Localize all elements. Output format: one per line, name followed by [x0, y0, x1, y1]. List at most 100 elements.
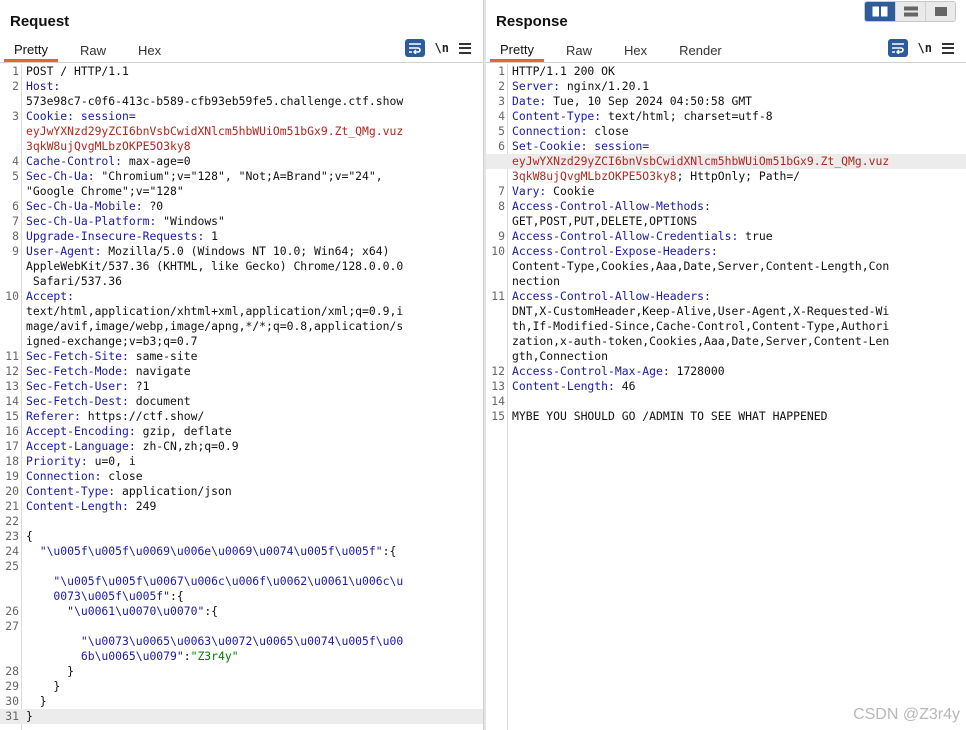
code-line: 25	[0, 559, 483, 574]
line-number: 8	[12, 229, 19, 243]
line-text: Cookie: session=	[26, 109, 481, 124]
header-name: Vary:	[512, 184, 547, 198]
code-token: gth,Connection	[512, 349, 609, 363]
split-horizontal-icon[interactable]	[865, 2, 895, 21]
single-pane-icon[interactable]	[925, 2, 955, 21]
code-token: 46	[614, 379, 636, 393]
code-line: 9 User-Agent: Mozilla/5.0 (Windows NT 10.…	[0, 244, 483, 259]
header-name: User-Agent:	[26, 244, 102, 258]
line-text: Accept:	[26, 289, 481, 304]
code-line: 15 Referer: https://ctf.show/	[0, 409, 483, 424]
line-text: Cache-Control: max-age=0	[26, 154, 481, 169]
line-number: 6	[12, 199, 19, 213]
code-token: zh-CN,zh;q=0.9	[135, 439, 239, 453]
code-line: "\u0073\u0065\u0063\u0072\u0065\u0074\u0…	[0, 634, 483, 649]
code-line: 23 {	[0, 529, 483, 544]
code-token: "Google Chrome";v="128"	[26, 184, 184, 198]
code-line: 6b\u0065\u0079":"Z3r4y"	[0, 649, 483, 664]
line-text: Sec-Ch-Ua: "Chromium";v="128", "Not;A=Br…	[26, 169, 481, 184]
line-text: AppleWebKit/537.36 (KHTML, like Gecko) C…	[26, 259, 481, 274]
code-line: 31}	[0, 709, 483, 724]
request-tab-raw[interactable]: Raw	[70, 38, 116, 62]
code-token: :	[183, 649, 191, 663]
header-name: Access-Control-Allow-Headers:	[512, 289, 711, 303]
response-tab-render[interactable]: Render	[669, 38, 732, 62]
response-tab-hex[interactable]: Hex	[614, 38, 657, 62]
menu-icon[interactable]	[942, 42, 954, 54]
code-line: 3 Cookie: session=	[0, 109, 483, 124]
line-number: 3	[498, 94, 505, 108]
newline-icon[interactable]: \n	[918, 41, 932, 55]
code-token: nginx/1.20.1	[560, 79, 650, 93]
line-text: POST / HTTP/1.1	[26, 64, 481, 79]
code-line: 24 "\u005f\u005f\u0069\u006e\u0069\u0074…	[0, 544, 483, 559]
request-editor[interactable]: 1 POST / HTTP/1.1 2 Host: 573e98c7-c0f6-413c…	[0, 64, 483, 730]
response-editor[interactable]: 1 HTTP/1.1 200 OK 2 Server: nginx/1.20.1 3 Da…	[486, 64, 966, 730]
code-token: "Windows"	[156, 214, 225, 228]
code-token: true	[738, 229, 773, 243]
request-tab-pretty[interactable]: Pretty	[4, 38, 58, 62]
request-tab-hex[interactable]: Hex	[128, 38, 171, 62]
line-number: 31	[5, 709, 19, 723]
code-line: DNT,X-CustomHeader,Keep-Alive,User-Agent…	[486, 304, 966, 319]
wrap-lines-icon[interactable]	[887, 39, 908, 57]
line-number: 30	[5, 694, 19, 708]
line-text: Access-Control-Expose-Headers:	[512, 244, 964, 259]
response-tab-pretty[interactable]: Pretty	[490, 38, 544, 62]
code-line: Safari/537.36	[0, 274, 483, 289]
code-token: same-site	[128, 349, 198, 363]
wrap-lines-icon[interactable]	[404, 39, 425, 57]
code-token: navigate	[128, 364, 191, 378]
line-text: }	[26, 694, 481, 709]
code-line: 12 Sec-Fetch-Mode: navigate	[0, 364, 483, 379]
code-line: 16 Accept-Encoding: gzip, deflate	[0, 424, 483, 439]
line-text: {	[26, 529, 481, 544]
menu-icon[interactable]	[459, 42, 471, 54]
line-text: eyJwYXNzd29yZCI6bnVsbCwidXNlcm5hbWUiOm51…	[26, 124, 481, 139]
code-line: 18 Priority: u=0, i	[0, 454, 483, 469]
line-number: 1	[12, 64, 19, 78]
code-line: 20 Content-Type: application/json	[0, 484, 483, 499]
header-name: Connection:	[26, 469, 102, 483]
line-number: 13	[491, 379, 505, 393]
split-vertical-icon[interactable]	[895, 2, 925, 21]
code-token: 6b\u0065\u0079"	[26, 649, 184, 663]
code-line: 3 Date: Tue, 10 Sep 2024 04:50:58 GMT	[486, 94, 966, 109]
header-name: Sec-Fetch-User:	[26, 379, 129, 393]
line-text: }	[26, 709, 481, 724]
line-text: Content-Length: 249	[26, 499, 481, 514]
code-line: 10 Access-Control-Expose-Headers:	[486, 244, 966, 259]
line-text: Content-Type,Cookies,Aaa,Date,Server,Con…	[512, 259, 964, 274]
cookie-value: 3qkW8ujQvgMLbzOKPE5O3ky8	[512, 169, 677, 183]
line-number: 25	[5, 559, 19, 573]
line-text: Content-Type: application/json	[26, 484, 481, 499]
line-number: 28	[5, 664, 19, 678]
line-number: 2	[12, 79, 19, 93]
code-token: nection	[512, 274, 561, 288]
line-text: Sec-Fetch-Site: same-site	[26, 349, 481, 364]
line-text: 3qkW8ujQvgMLbzOKPE5O3ky8	[26, 139, 481, 154]
code-line: 7 Vary: Cookie	[486, 184, 966, 199]
code-line: 14 Sec-Fetch-Dest: document	[0, 394, 483, 409]
code-token: th,If-Modified-Since,Cache-Control,Conte…	[512, 319, 890, 333]
response-tab-raw[interactable]: Raw	[556, 38, 602, 62]
line-text: eyJwYXNzd29yZCI6bnVsbCwidXNlcm5hbWUiOm51…	[512, 154, 964, 169]
line-number: 3	[12, 109, 19, 123]
code-token: text/html; charset=utf-8	[601, 109, 773, 123]
newline-icon[interactable]: \n	[435, 41, 449, 55]
line-number: 11	[5, 349, 19, 363]
line-number: 18	[5, 454, 19, 468]
code-token: {	[26, 529, 33, 543]
header-name: Sec-Fetch-Mode:	[26, 364, 129, 378]
line-number: 15	[5, 409, 19, 423]
line-number: 14	[491, 394, 505, 408]
line-number: 5	[12, 169, 19, 183]
code-line: "\u005f\u005f\u0067\u006c\u006f\u0062\u0…	[0, 574, 483, 589]
line-number: 11	[491, 289, 505, 303]
code-line: 17 Accept-Language: zh-CN,zh;q=0.9	[0, 439, 483, 454]
line-number: 7	[12, 214, 19, 228]
code-token: GET,POST,PUT,DELETE,OPTIONS	[512, 214, 698, 228]
header-name: Accept-Language:	[26, 439, 136, 453]
line-text: Accept-Language: zh-CN,zh;q=0.9	[26, 439, 481, 454]
code-token: document	[128, 394, 191, 408]
